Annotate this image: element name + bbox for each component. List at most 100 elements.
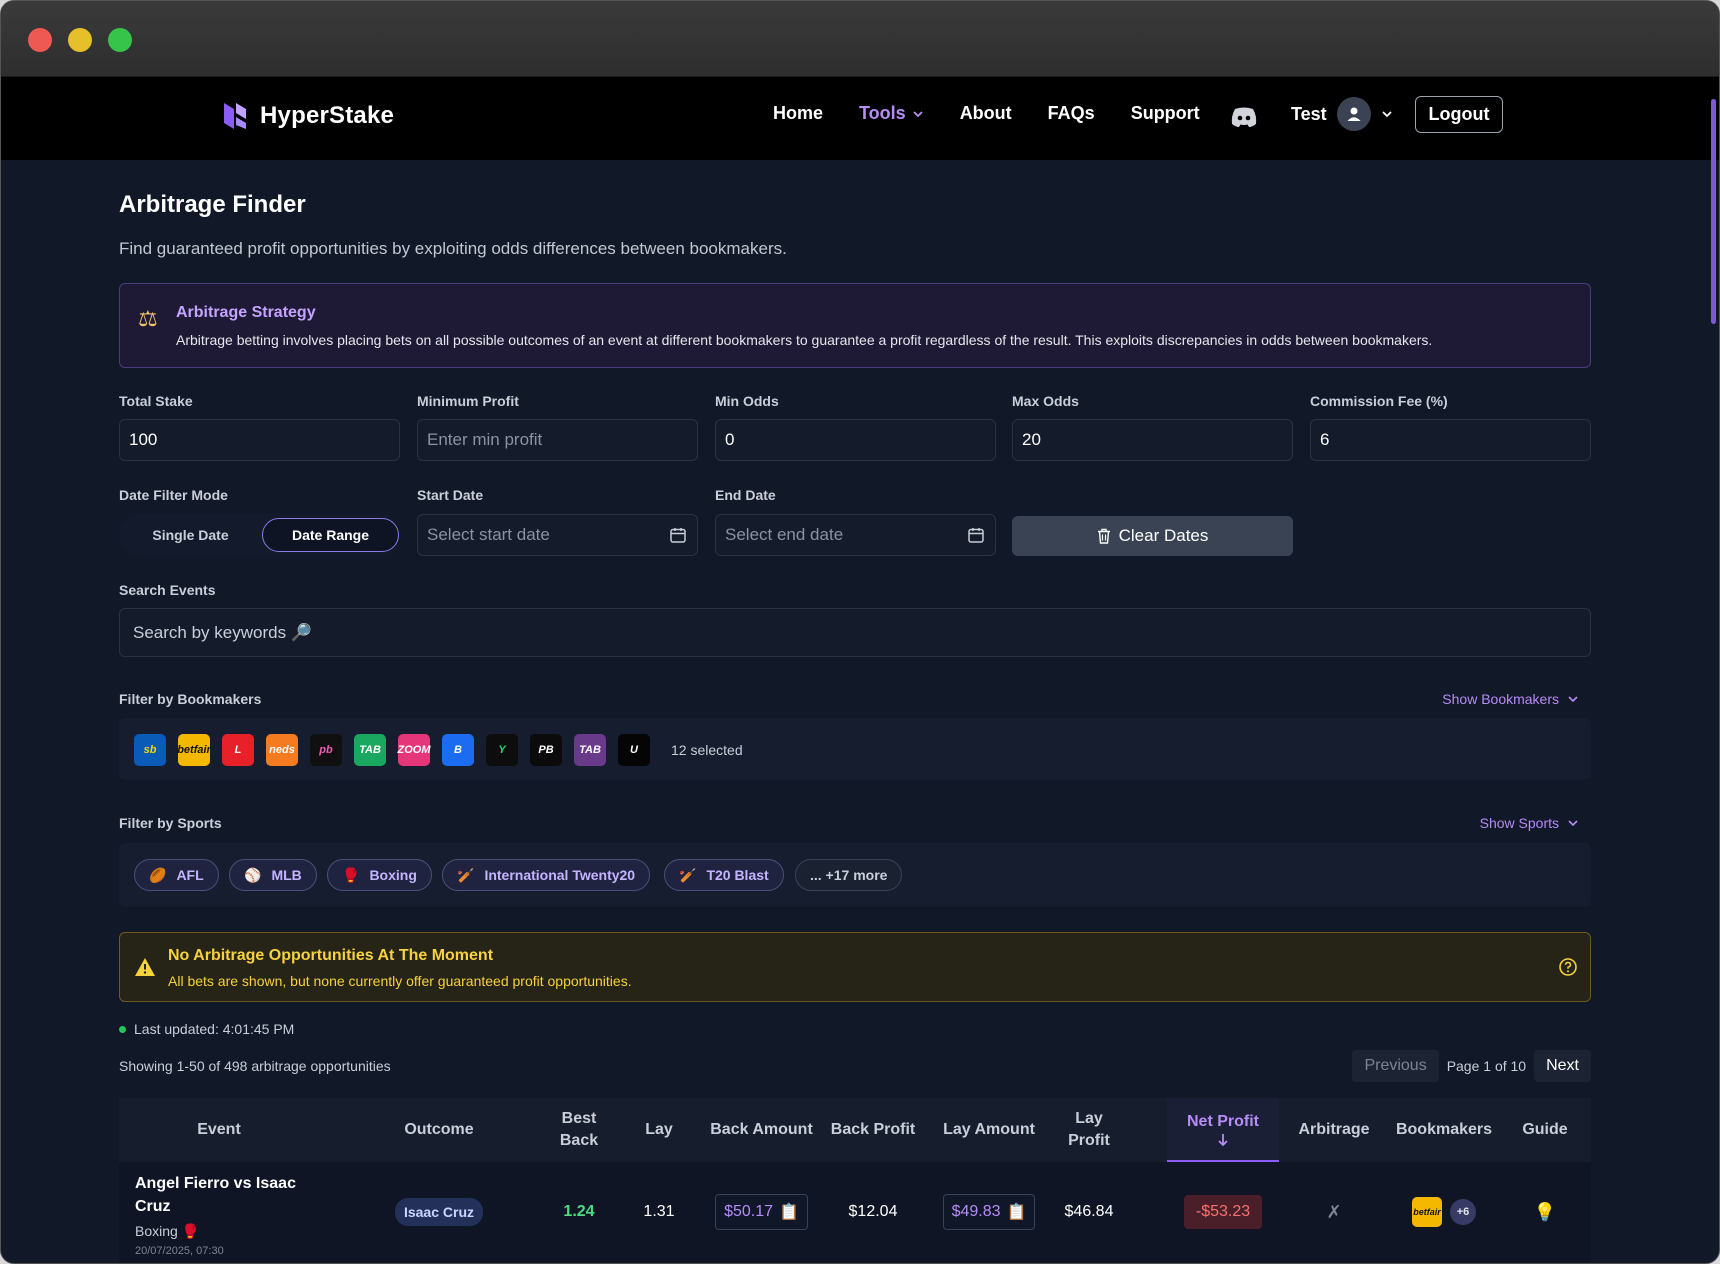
bookmaker-logo-ybet[interactable]: Y: [486, 734, 518, 766]
user-menu[interactable]: Test: [1291, 97, 1393, 131]
bookmaker-logo-ladbrokes[interactable]: L: [222, 734, 254, 766]
outcome-badge: Isaac Cruz: [394, 1198, 484, 1226]
baseball-icon: ⚾: [244, 866, 262, 883]
bookmaker-logo-zoom[interactable]: ZOOM: [397, 734, 431, 766]
brand-logo-link[interactable]: HyperStake: [220, 99, 394, 133]
col-guide[interactable]: Guide: [1511, 1098, 1579, 1162]
bookmaker-logo-boombet[interactable]: B: [442, 734, 474, 766]
bookmaker-logo-sportsbet[interactable]: sb: [134, 734, 166, 766]
next-page-button[interactable]: Next: [1534, 1050, 1591, 1082]
lightbulb-icon[interactable]: 💡: [1511, 1162, 1579, 1262]
clear-dates-button[interactable]: Clear Dates: [1012, 516, 1293, 556]
sort-arrow-down-icon: [1218, 1134, 1228, 1147]
last-updated-text: Last updated: 4:01:45 PM: [134, 1021, 295, 1037]
hyperstake-logo-icon: [224, 103, 246, 129]
col-arbitrage[interactable]: Arbitrage: [1289, 1098, 1379, 1162]
maximize-window-button[interactable]: [108, 28, 132, 52]
min-profit-input[interactable]: Enter min profit: [417, 419, 698, 461]
help-circle-icon[interactable]: [1558, 957, 1578, 977]
logout-button[interactable]: Logout: [1415, 96, 1503, 133]
col-back-amount[interactable]: Back Amount: [709, 1098, 814, 1162]
lay-value: 1.31: [643, 1203, 675, 1220]
col-lay-amount[interactable]: Lay Amount: [934, 1098, 1044, 1162]
bookmaker-logo-neds[interactable]: neds: [266, 734, 298, 766]
previous-page-button[interactable]: Previous: [1352, 1050, 1439, 1082]
nav-support[interactable]: Support: [1131, 103, 1200, 124]
arbitrage-table: Event Outcome Best Back Lay Back Amount …: [119, 1098, 1591, 1262]
total-stake-input[interactable]: 100: [119, 419, 400, 461]
col-event[interactable]: Event: [119, 1098, 319, 1162]
bookmaker-logo-text: PB: [538, 744, 554, 756]
bookmaker-logo-unibet[interactable]: U: [618, 734, 650, 766]
more-bookmakers-badge[interactable]: +6: [1450, 1199, 1476, 1225]
sport-chip-label: MLB: [271, 867, 302, 883]
sport-chip-mlb[interactable]: ⚾ MLB: [229, 859, 317, 891]
strategy-text: Arbitrage betting involves placing bets …: [176, 332, 1433, 348]
user-icon: [1347, 107, 1361, 121]
nav-tools[interactable]: Tools: [859, 103, 924, 124]
bookmaker-logo-pointsbet-alt[interactable]: pb: [310, 734, 342, 766]
commission-input[interactable]: 6: [1310, 419, 1591, 461]
strategy-info-panel: ⚖ Arbitrage Strategy Arbitrage betting i…: [119, 283, 1591, 368]
sports-more-chip[interactable]: ... +17 more: [795, 859, 903, 891]
col-best-back[interactable]: Best Back: [549, 1098, 609, 1162]
page-subtitle: Find guaranteed profit opportunities by …: [119, 239, 787, 258]
lay-amount-copy-button[interactable]: $49.83 📋: [942, 1194, 1036, 1230]
lay-amount-cell: $49.83 📋: [934, 1162, 1044, 1262]
bookmaker-logo-text: Y: [498, 744, 506, 756]
col-bookmakers[interactable]: Bookmakers: [1389, 1098, 1499, 1162]
col-lay-profit[interactable]: Lay Profit: [1054, 1098, 1124, 1162]
bookmaker-logo-tab-touch[interactable]: TAB: [574, 734, 606, 766]
lay-profit-value: $46.84: [1064, 1203, 1114, 1220]
window-titlebar: [1, 1, 1719, 77]
show-bookmakers-toggle[interactable]: Show Bookmakers: [1442, 691, 1579, 707]
date-mode-toggle: Single Date Date Range: [119, 514, 400, 556]
back-profit-value: $12.04: [848, 1203, 898, 1220]
bookmaker-logo-tab[interactable]: TAB: [354, 734, 386, 766]
calendar-icon[interactable]: [669, 526, 687, 544]
col-back-profit[interactable]: Back Profit: [823, 1098, 923, 1162]
single-date-option[interactable]: Single Date: [119, 514, 262, 556]
page-scrollbar[interactable]: [1711, 99, 1716, 324]
main-content: Arbitrage Finder Find guaranteed profit …: [119, 161, 1591, 1262]
sports-selected-row: 🏉 AFL ⚾ MLB 🥊 Boxing 🏏 International Twe…: [119, 843, 1591, 907]
bookmaker-logo-text: betfair: [1413, 1207, 1441, 1217]
col-lay[interactable]: Lay: [619, 1098, 699, 1162]
min-odds-input[interactable]: 0: [715, 419, 996, 461]
minimize-window-button[interactable]: [68, 28, 92, 52]
sport-chip-label: T20 Blast: [706, 867, 769, 883]
brand-name: HyperStake: [260, 102, 395, 129]
trash-icon: [1097, 528, 1110, 544]
col-outcome[interactable]: Outcome: [349, 1098, 529, 1162]
sport-chip-t20-blast[interactable]: 🏏 T20 Blast: [664, 859, 784, 891]
show-sports-toggle[interactable]: Show Sports: [1480, 815, 1579, 831]
sport-chip-international-twenty20[interactable]: 🏏 International Twenty20: [442, 859, 651, 891]
sport-chip-boxing[interactable]: 🥊 Boxing: [327, 859, 432, 891]
arbitrage-status-icon: ✗: [1326, 1201, 1342, 1222]
chevron-down-icon: [1568, 820, 1578, 827]
close-window-button[interactable]: [28, 28, 52, 52]
chevron-down-icon: [1568, 696, 1578, 703]
bookmaker-logo-text: B: [454, 744, 462, 756]
nav-faqs[interactable]: FAQs: [1048, 103, 1095, 124]
col-net-profit[interactable]: Net Profit: [1167, 1098, 1279, 1162]
search-input[interactable]: Search by keywords 🔎: [119, 608, 1591, 657]
nav-home[interactable]: Home: [773, 103, 823, 124]
col-net-profit-label: Net Profit: [1187, 1113, 1259, 1130]
discord-icon[interactable]: [1230, 106, 1258, 128]
end-date-input[interactable]: Select end date: [715, 514, 996, 556]
clipboard-icon: 📋: [1006, 1204, 1027, 1221]
best-back-value: 1.24: [563, 1203, 595, 1220]
start-date-input[interactable]: Select start date: [417, 514, 698, 556]
max-odds-input[interactable]: 20: [1012, 419, 1293, 461]
bookmaker-logo-betfair[interactable]: betfair: [1412, 1197, 1442, 1227]
calendar-icon[interactable]: [967, 526, 985, 544]
table-row[interactable]: Angel Fierro vs Isaac Cruz Boxing 🥊 20/0…: [119, 1162, 1591, 1262]
bookmaker-logo-text: ZOOM: [397, 744, 431, 756]
nav-about[interactable]: About: [960, 103, 1012, 124]
bookmaker-logo-pointsbet[interactable]: PB: [530, 734, 562, 766]
date-range-option[interactable]: Date Range: [262, 518, 399, 552]
back-amount-copy-button[interactable]: $50.17 📋: [715, 1194, 808, 1230]
sport-chip-afl[interactable]: 🏉 AFL: [134, 859, 219, 891]
bookmaker-logo-betfair[interactable]: betfair: [177, 734, 211, 766]
